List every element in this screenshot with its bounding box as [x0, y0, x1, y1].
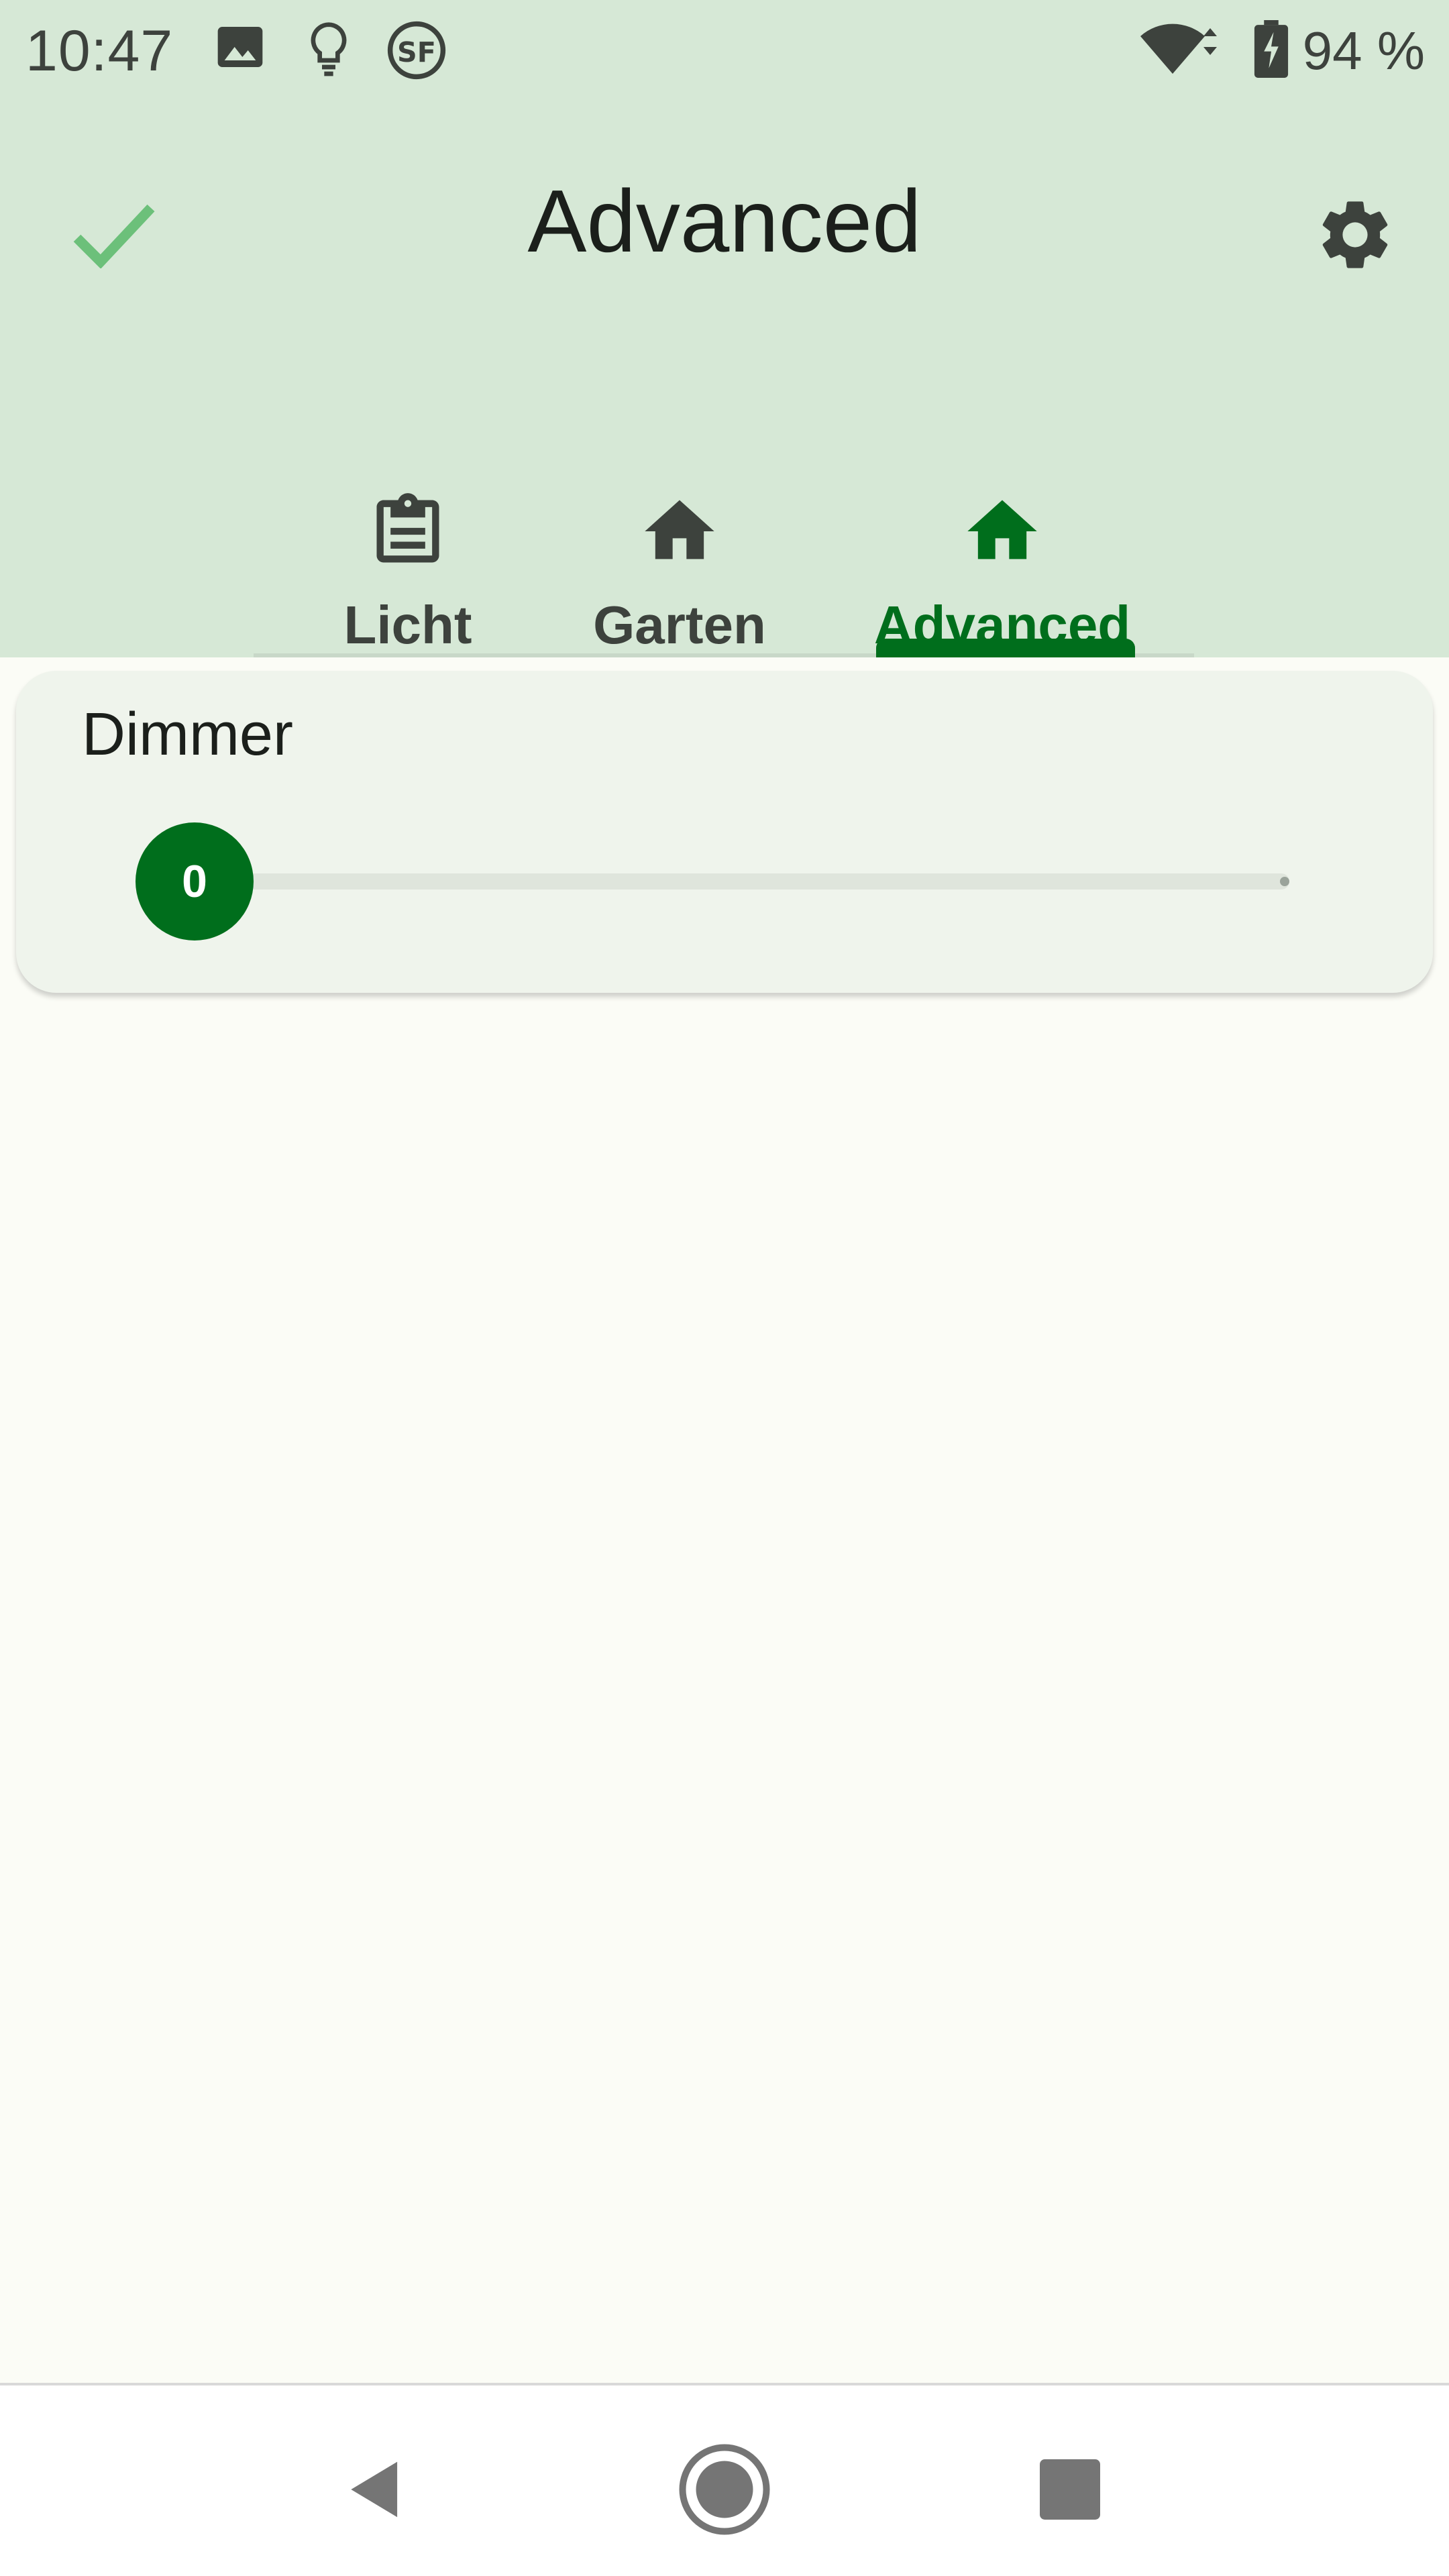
- dimmer-slider[interactable]: 0: [136, 822, 1289, 941]
- back-icon: [351, 2461, 398, 2518]
- tab-label: Garten: [593, 595, 766, 655]
- status-time: 10:47: [25, 19, 174, 83]
- screen: 10:47 SF 94 % Advanced Licht Garten Adva…: [0, 0, 1449, 2576]
- svg-text:SF: SF: [397, 36, 436, 68]
- slider-value: 0: [182, 856, 207, 907]
- app-bar: Advanced Licht Garten Advanced: [0, 101, 1449, 657]
- sf-app-icon: SF: [386, 20, 447, 84]
- home-button[interactable]: [674, 2439, 775, 2540]
- recents-button[interactable]: [1020, 2439, 1120, 2540]
- tab-bar: Licht Garten Advanced: [254, 369, 1194, 657]
- page-title: Advanced: [527, 172, 922, 270]
- battery-charging-icon: [1253, 20, 1289, 81]
- home-icon: [645, 500, 714, 559]
- battery-percent: 94 %: [1302, 21, 1425, 80]
- status-bar: 10:47 SF 94 %: [0, 0, 1449, 101]
- clipboard-icon: [376, 493, 439, 563]
- settings-button[interactable]: [1295, 174, 1415, 295]
- slider-thumb[interactable]: 0: [136, 822, 254, 941]
- image-icon: [213, 20, 267, 77]
- back-button[interactable]: [325, 2439, 426, 2540]
- slider-end-marker: [1280, 877, 1289, 886]
- home-icon: [967, 500, 1037, 559]
- recents-icon: [1040, 2459, 1100, 2520]
- tab-label: Licht: [343, 595, 472, 655]
- tab-licht[interactable]: Licht: [307, 369, 508, 657]
- slider-track[interactable]: [189, 873, 1289, 890]
- system-nav-bar: [0, 2383, 1449, 2576]
- home-circle-icon: [679, 2444, 770, 2535]
- tab-advanced[interactable]: Advanced: [864, 369, 1140, 657]
- gear-icon: [1322, 201, 1388, 268]
- lightbulb-icon: [302, 20, 356, 84]
- dimmer-title: Dimmer: [82, 701, 293, 768]
- dimmer-card: Dimmer 0: [16, 671, 1433, 993]
- wifi-icon: [1140, 23, 1221, 80]
- tab-garten[interactable]: Garten: [569, 369, 790, 657]
- tab-active-indicator: [876, 639, 1135, 657]
